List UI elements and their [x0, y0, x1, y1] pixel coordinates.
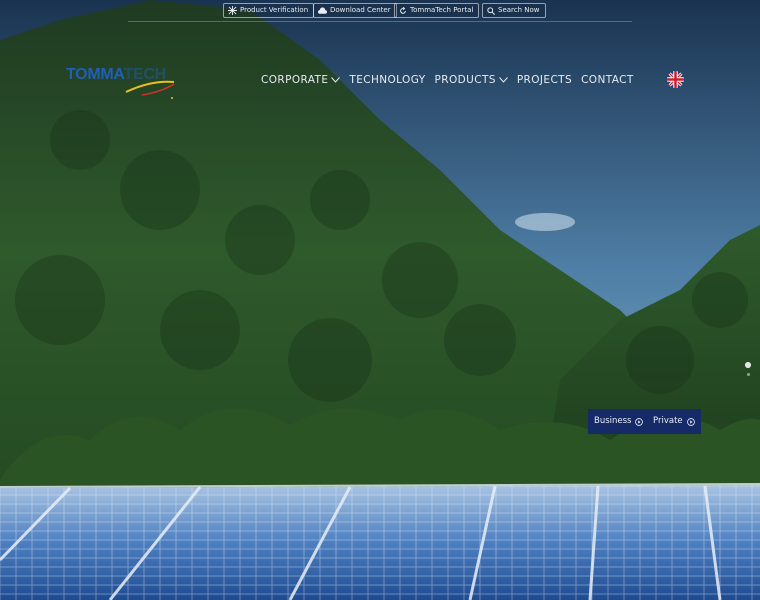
private-label: Private [653, 416, 683, 426]
top-utility-bar: Product Verification Download Center Tom… [0, 3, 760, 20]
download-center-button[interactable]: Download Center [313, 3, 397, 18]
refresh-icon [400, 6, 406, 14]
slide-dot-1[interactable] [745, 362, 751, 368]
main-navigation: CORPORATE TECHNOLOGY PRODUCTS PROJECTS C… [261, 72, 643, 88]
nav-products[interactable]: PRODUCTS [435, 72, 508, 88]
download-center-label: Download Center [330, 6, 391, 14]
search-icon [487, 6, 495, 15]
product-verification-label: Product Verification [240, 6, 309, 14]
play-circle-icon [686, 417, 695, 426]
nav-technology-label: TECHNOLOGY [349, 74, 426, 86]
nav-contact[interactable]: CONTACT [581, 72, 634, 88]
header-divider [128, 21, 632, 22]
chevron-down-icon [331, 77, 341, 83]
verification-icon [228, 6, 237, 15]
nav-technology[interactable]: TECHNOLOGY [349, 72, 425, 88]
nav-projects[interactable]: PROJECTS [517, 72, 572, 88]
nav-corporate-label: CORPORATE [261, 74, 329, 86]
nav-projects-label: PROJECTS [516, 74, 573, 86]
slider-pagination [743, 362, 753, 381]
product-verification-button[interactable]: Product Verification [223, 3, 315, 18]
nav-corporate[interactable]: CORPORATE [261, 72, 341, 88]
site-logo[interactable]: TOMMATECH [66, 62, 178, 104]
private-button[interactable]: Private [647, 409, 701, 434]
nav-products-label: PRODUCTS [434, 74, 496, 86]
tommatech-portal-button[interactable]: TommaTech Portal [394, 3, 480, 18]
search-now-button[interactable]: Search Now [482, 3, 546, 18]
business-button[interactable]: Business [588, 409, 650, 434]
uk-flag-icon [667, 71, 684, 88]
tommatech-portal-label: TommaTech Portal [410, 6, 474, 14]
cloud-download-icon [318, 6, 327, 14]
business-label: Business [594, 416, 632, 426]
language-selector[interactable] [667, 71, 684, 88]
play-circle-icon [635, 417, 644, 426]
chevron-down-icon [498, 77, 508, 83]
nav-contact-label: CONTACT [581, 74, 634, 86]
logo-swoosh-icon [125, 80, 175, 99]
search-now-label: Search Now [498, 6, 540, 14]
slide-dot-2[interactable] [746, 373, 750, 376]
